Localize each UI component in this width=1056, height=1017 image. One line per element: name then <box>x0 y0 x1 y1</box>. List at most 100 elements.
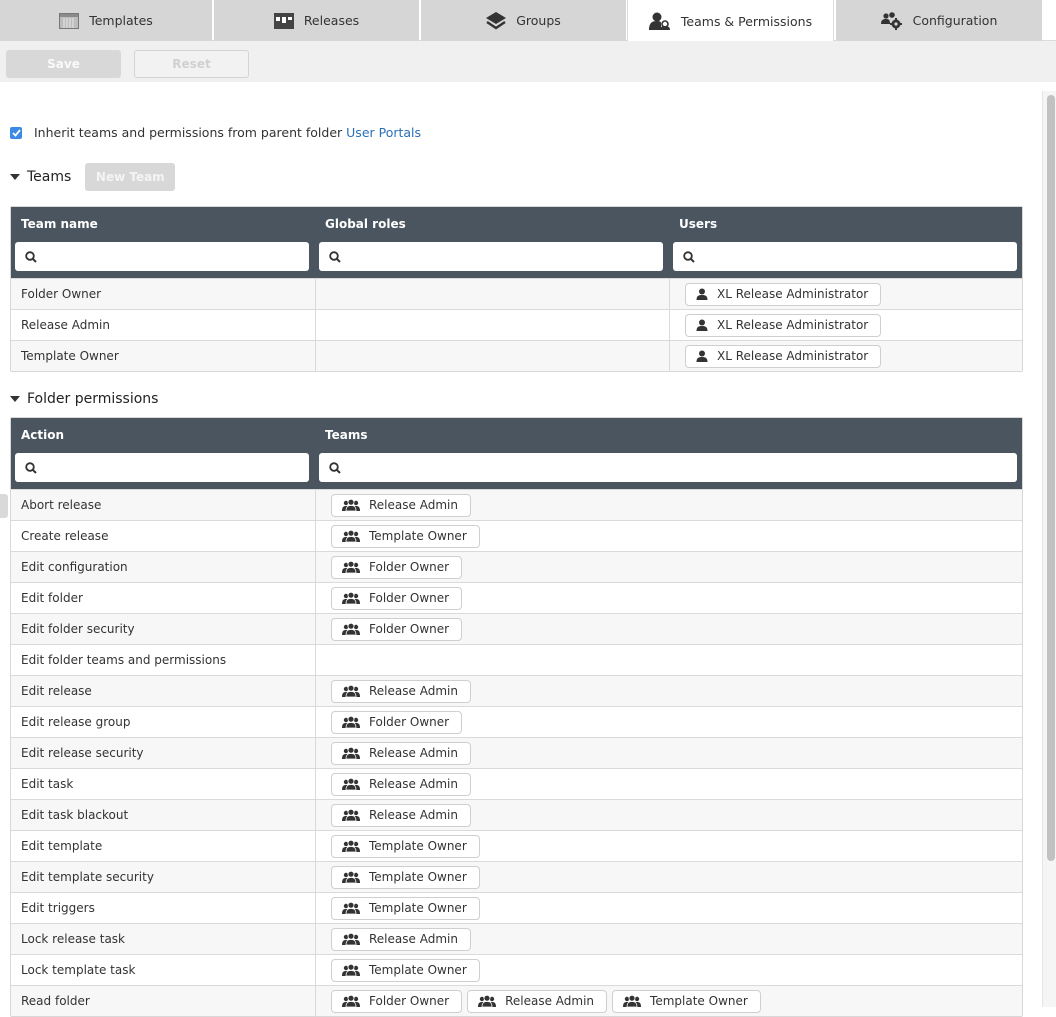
permission-row: Edit task blackout Release Admin <box>11 799 1022 830</box>
chip-label: Folder Owner <box>369 560 450 574</box>
teams-cell[interactable]: Folder Owner Release Admin Template Owner <box>315 986 1022 1016</box>
caret-down-icon[interactable] <box>10 396 20 402</box>
teams-cell[interactable]: Template Owner <box>315 955 1022 985</box>
team-chip[interactable]: Folder Owner <box>331 555 463 579</box>
users-filter-input[interactable] <box>701 242 1017 271</box>
team-chip[interactable]: Template Owner <box>331 524 480 548</box>
tab-releases[interactable]: Releases <box>214 0 419 41</box>
global-roles-filter[interactable] <box>319 242 663 271</box>
team-chip[interactable]: Folder Owner <box>331 586 463 610</box>
tab-configuration[interactable]: Configuration <box>836 0 1042 41</box>
teams-filter[interactable] <box>319 453 1017 482</box>
tab-label: Teams & Permissions <box>680 13 813 29</box>
permission-row: Edit folder Folder Owner <box>11 582 1022 613</box>
reset-button[interactable]: Reset <box>134 50 249 78</box>
teams-filter-input[interactable] <box>347 453 1017 482</box>
users-filter[interactable] <box>673 242 1017 271</box>
action-cell: Edit template <box>21 839 103 853</box>
column-header-users: Users <box>679 217 718 231</box>
teams-cell[interactable]: Template Owner <box>315 893 1022 923</box>
new-team-button[interactable]: New Team <box>85 163 176 191</box>
team-chip[interactable]: Folder Owner <box>331 710 463 734</box>
team-name-cell[interactable]: Release Admin <box>11 310 315 340</box>
chip-label: Template Owner <box>369 901 467 915</box>
teams-cell[interactable]: Folder Owner <box>315 583 1022 613</box>
team-name-filter-input[interactable] <box>43 242 309 271</box>
save-button[interactable]: Save <box>6 50 121 78</box>
teams-cell[interactable]: Release Admin <box>315 676 1022 706</box>
teams-cell[interactable]: Release Admin <box>315 738 1022 768</box>
permissions-table-body: Abort release Release Admin Create release… <box>11 489 1022 1016</box>
users-cell: XL Release Administrator <box>669 341 1022 371</box>
caret-down-icon[interactable] <box>10 174 20 180</box>
team-icon <box>478 995 497 1007</box>
search-icon <box>25 461 37 474</box>
team-chip[interactable]: Release Admin <box>467 989 608 1013</box>
teams-cell[interactable]: Template Owner <box>315 831 1022 861</box>
parent-folder-link[interactable]: User Portals <box>346 125 421 140</box>
action-cell: Abort release <box>21 498 102 512</box>
teams-cell[interactable]: Folder Owner <box>315 614 1022 644</box>
team-chip[interactable]: Template Owner <box>612 989 761 1013</box>
action-filter[interactable] <box>15 453 309 482</box>
action-cell: Lock release task <box>21 932 126 946</box>
chip-label: Release Admin <box>369 808 458 822</box>
teams-cell[interactable]: Folder Owner <box>315 707 1022 737</box>
teams-cell[interactable] <box>315 645 1022 675</box>
action-cell: Edit release <box>21 684 92 698</box>
teams-section-header: Teams New Team <box>10 163 176 191</box>
user-chip[interactable]: XL Release Administrator <box>685 344 882 368</box>
scrollbar-thumb[interactable] <box>1047 95 1055 861</box>
teams-cell[interactable]: Release Admin <box>315 924 1022 954</box>
team-chip[interactable]: Template Owner <box>331 865 480 889</box>
team-row: Template Owner XL Release Administrator <box>11 340 1022 371</box>
teams-cell[interactable]: Folder Owner <box>315 552 1022 582</box>
team-chip[interactable]: Release Admin <box>331 493 471 517</box>
teams-cell[interactable]: Release Admin <box>315 769 1022 799</box>
teams-cell[interactable]: Release Admin <box>315 800 1022 830</box>
permission-row: Edit release security Release Admin <box>11 737 1022 768</box>
user-icon <box>696 319 708 331</box>
inherit-checkbox[interactable] <box>10 126 22 139</box>
action-filter-input[interactable] <box>43 453 309 482</box>
teams-cell[interactable]: Release Admin <box>315 490 1022 520</box>
action-cell: Read folder <box>21 994 90 1008</box>
user-chip[interactable]: XL Release Administrator <box>685 313 882 337</box>
team-chip[interactable]: Template Owner <box>331 958 480 982</box>
side-panel-handle[interactable] <box>0 494 8 518</box>
templates-grid-icon <box>59 12 80 29</box>
teams-cell[interactable]: Template Owner <box>315 862 1022 892</box>
team-icon <box>342 964 360 976</box>
teams-cell[interactable]: Template Owner <box>315 521 1022 551</box>
team-chip[interactable]: Release Admin <box>331 803 471 827</box>
team-chip[interactable]: Release Admin <box>331 772 471 796</box>
permissions-title: Folder permissions <box>27 391 159 407</box>
action-cell: Edit folder security <box>21 622 135 636</box>
tab-templates[interactable]: Templates <box>0 0 212 41</box>
tab-groups[interactable]: Groups <box>421 0 626 41</box>
permissions-table-header: Action Teams <box>11 418 1022 489</box>
chip-label: Release Admin <box>369 746 458 760</box>
column-header-global-roles: Global roles <box>325 217 406 231</box>
team-chip[interactable]: Folder Owner <box>331 989 463 1013</box>
global-roles-filter-input[interactable] <box>347 242 663 271</box>
team-chip[interactable]: Release Admin <box>331 927 471 951</box>
team-name-cell[interactable]: Template Owner <box>11 341 315 371</box>
chip-label: Release Admin <box>369 932 458 946</box>
team-chip[interactable]: Release Admin <box>331 679 471 703</box>
team-name-cell[interactable]: Folder Owner <box>11 279 315 309</box>
team-chip[interactable]: Release Admin <box>331 741 471 765</box>
team-name-filter[interactable] <box>15 242 309 271</box>
team-chip[interactable]: Folder Owner <box>331 617 463 641</box>
tab-teams-permissions[interactable]: Teams & Permissions <box>627 0 834 42</box>
tab-label: Configuration <box>912 13 998 28</box>
user-chip[interactable]: XL Release Administrator <box>685 282 882 306</box>
chip-label: Release Admin <box>369 498 458 512</box>
team-chip[interactable]: Template Owner <box>331 896 480 920</box>
scrollbar[interactable] <box>1042 91 1056 1007</box>
users-cell: XL Release Administrator <box>669 310 1022 340</box>
action-cell: Edit template security <box>21 870 154 884</box>
tab-label: Groups <box>516 13 561 28</box>
team-chip[interactable]: Template Owner <box>331 834 480 858</box>
team-icon <box>342 995 360 1007</box>
